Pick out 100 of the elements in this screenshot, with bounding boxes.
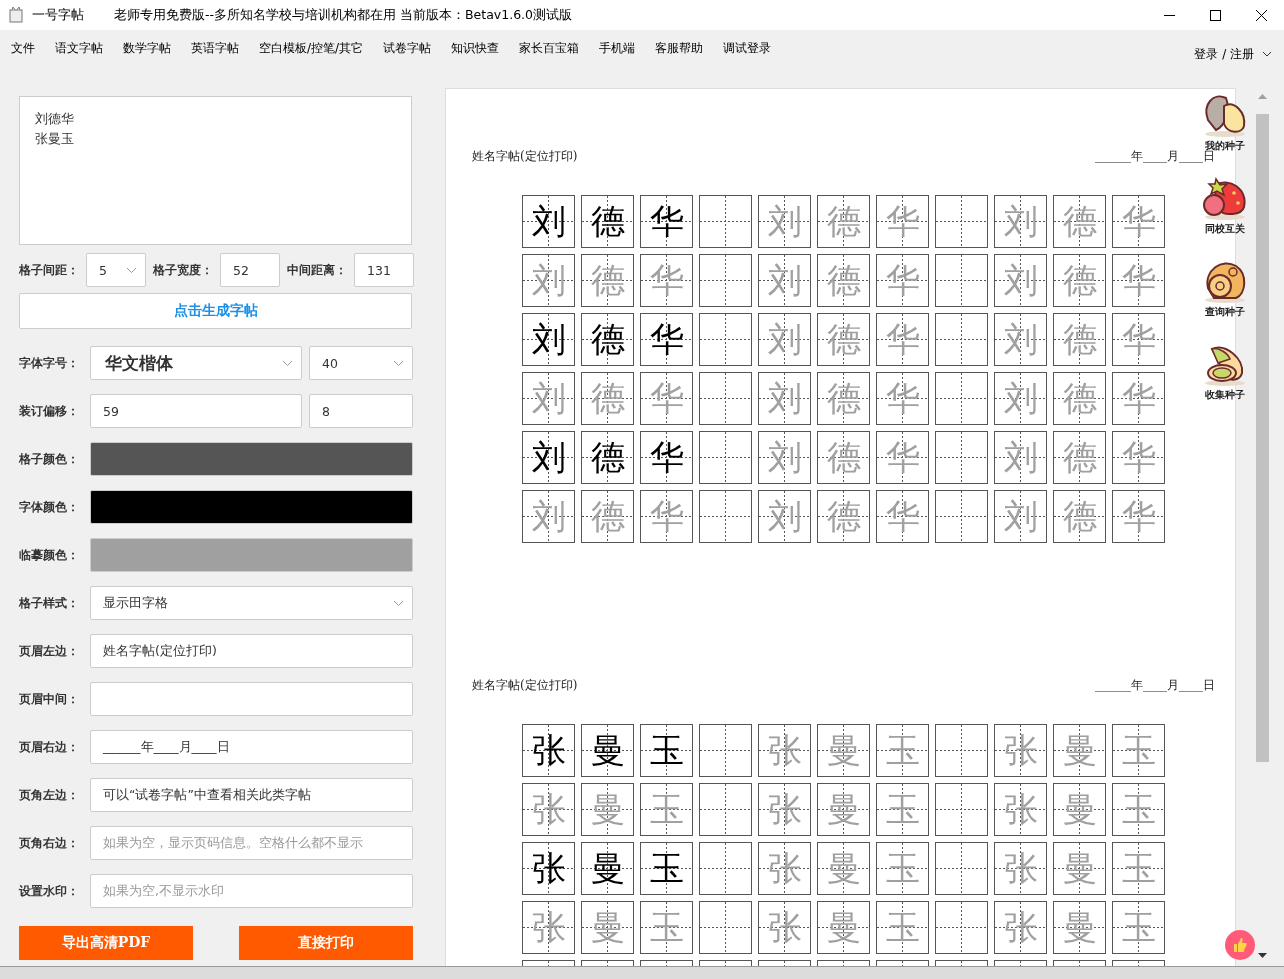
close-icon xyxy=(1255,9,1267,21)
field-label: 中间距离： xyxy=(287,261,347,279)
select-field[interactable]: 显示田字格 xyxy=(90,586,413,620)
field-label: 页角左边： xyxy=(19,786,80,804)
scroll-down-icon xyxy=(1258,953,1267,958)
chevron-down-icon xyxy=(393,359,404,367)
select-field[interactable]: 5 xyxy=(86,253,146,287)
menu-item[interactable]: 英语字帖 xyxy=(191,36,239,60)
select-field[interactable]: 40 xyxy=(309,346,413,380)
field-label: 临摹颜色： xyxy=(19,546,80,564)
input-field[interactable]: 可以“试卷字帖”中查看相关此类字帖 xyxy=(90,778,413,812)
input-field[interactable]: 8 xyxy=(309,394,413,428)
grid-cell: 刘 xyxy=(994,195,1047,248)
grid-cell: 玉 xyxy=(640,842,693,895)
grid-cell: 曼 xyxy=(817,901,870,954)
menu-item[interactable]: 调试登录 xyxy=(723,36,772,60)
window-title: 老师专用免费版--多所知名学校与培训机构都在用 当前版本：Betav1.6.0测试版 xyxy=(114,6,573,24)
color-swatch[interactable] xyxy=(90,490,413,524)
grid-cell: 德 xyxy=(581,313,634,366)
field-label: 格子样式： xyxy=(19,594,80,612)
menu-item[interactable]: 空白模板/控笔/其它 xyxy=(259,36,364,60)
maximize-icon xyxy=(1209,9,1221,21)
side-tool[interactable]: 同校互关 xyxy=(1200,175,1250,236)
grid-cell: 张 xyxy=(994,724,1047,777)
grid-cell: 曼 xyxy=(817,842,870,895)
grid-cell: 玉 xyxy=(876,724,929,777)
grid-cell: 德 xyxy=(1053,195,1106,248)
menu-item[interactable]: 文件 xyxy=(11,36,35,60)
menu-item[interactable]: 数学字帖 xyxy=(123,36,171,60)
menu-item[interactable]: 家长百宝箱 xyxy=(519,36,580,60)
input-field[interactable]: 姓名字帖(定位打印) xyxy=(90,634,413,668)
grid-cell: 华 xyxy=(876,490,929,543)
grid-cell: 刘 xyxy=(758,490,811,543)
input-field[interactable]: ______年____月____日 xyxy=(90,730,413,764)
grid-cell: 张 xyxy=(994,783,1047,836)
grid-cell: 德 xyxy=(817,490,870,543)
grid-cell: 曼 xyxy=(581,783,634,836)
grid-cell: 德 xyxy=(581,490,634,543)
grid-cell: 玉 xyxy=(876,901,929,954)
menu-item[interactable]: 试卷字帖 xyxy=(383,36,432,60)
grid-cell: 华 xyxy=(876,313,929,366)
grid-cell: 刘 xyxy=(994,490,1047,543)
menu-item[interactable]: 语文字帖 xyxy=(55,36,103,60)
side-tool[interactable]: 收集种子 xyxy=(1200,341,1250,402)
name-list-field[interactable]: 刘德华 张曼玉 xyxy=(19,96,412,245)
grid-cell: 刘 xyxy=(758,254,811,307)
input-field[interactable] xyxy=(90,682,413,716)
grid-cell: 张 xyxy=(994,901,1047,954)
grid-cell: 张 xyxy=(758,901,811,954)
grid-cell: 刘 xyxy=(994,313,1047,366)
header-text: 姓名字帖(定位打印) xyxy=(472,148,578,164)
grid-cell: 华 xyxy=(876,431,929,484)
grid-cell: 刘 xyxy=(758,431,811,484)
grid-cell: 德 xyxy=(817,372,870,425)
side-tool[interactable]: 查询种子 xyxy=(1200,258,1250,319)
like-button[interactable] xyxy=(1225,930,1255,960)
input-field[interactable]: 59 xyxy=(90,394,302,428)
grid-cell: 德 xyxy=(581,372,634,425)
grid-cell: 华 xyxy=(1112,490,1165,543)
grid-cell: 张 xyxy=(758,783,811,836)
field-label: 装订偏移： xyxy=(19,402,80,420)
grid-cell: 曼 xyxy=(1053,901,1106,954)
grid-cell: 刘 xyxy=(522,195,575,248)
grid-cell: 玉 xyxy=(876,842,929,895)
input-field[interactable]: 131 xyxy=(354,253,414,287)
color-swatch[interactable] xyxy=(90,538,413,572)
select-field[interactable]: 华文楷体 xyxy=(90,346,302,380)
grid-cell: 曼 xyxy=(1053,783,1106,836)
grid-cell: 德 xyxy=(1053,372,1106,425)
grid-cell: 玉 xyxy=(640,783,693,836)
grid-cell: 华 xyxy=(876,254,929,307)
grid-cell: 张 xyxy=(522,783,575,836)
grid-cell: 刘 xyxy=(994,431,1047,484)
input-field[interactable]: 52 xyxy=(220,253,280,287)
field-label: 设置水印： xyxy=(19,882,80,900)
menu-item[interactable]: 知识快查 xyxy=(451,36,500,60)
grid-cell: 华 xyxy=(1112,195,1165,248)
field-label: 字体字号： xyxy=(19,354,80,372)
field-label: 页眉中间： xyxy=(19,690,80,708)
grid-cell: 张 xyxy=(758,842,811,895)
grid-cell: 曼 xyxy=(1053,724,1106,777)
grid-cell: 刘 xyxy=(994,254,1047,307)
grid-cell: 玉 xyxy=(1112,901,1165,954)
app-name: 一号字帖 xyxy=(32,6,84,24)
menu-item[interactable]: 客服帮助 xyxy=(655,36,704,60)
grid-cell: 玉 xyxy=(640,901,693,954)
grid-cell: 德 xyxy=(1053,313,1106,366)
grid-cell: 德 xyxy=(581,431,634,484)
grid-cell: 德 xyxy=(581,195,634,248)
grid-cell: 华 xyxy=(640,254,693,307)
name-line: 张曼玉 xyxy=(35,130,74,148)
grid-cell: 德 xyxy=(817,254,870,307)
color-swatch[interactable] xyxy=(90,442,413,476)
grid-cell: 华 xyxy=(1112,313,1165,366)
grid-cell: 德 xyxy=(1053,431,1106,484)
grid-cell: 华 xyxy=(876,372,929,425)
account-menu[interactable]: 登录 / 注册 xyxy=(1188,44,1278,64)
scroll-thumb[interactable] xyxy=(1256,114,1269,762)
grid-cell: 刘 xyxy=(522,490,575,543)
menu-item[interactable]: 手机端 xyxy=(599,36,636,60)
